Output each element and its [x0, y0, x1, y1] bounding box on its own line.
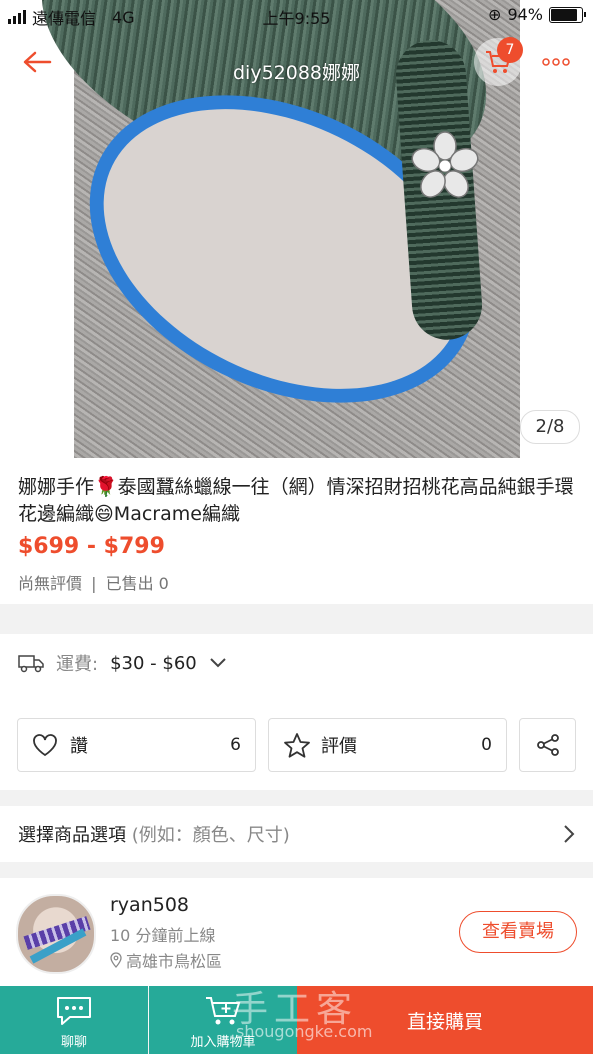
battery-icon	[549, 6, 586, 23]
rating-text: 尚無評價	[18, 574, 83, 593]
truck-icon	[18, 655, 44, 673]
product-info: 娜娜手作🌹泰國蠶絲蠟線一往（網）情深招財招桃花高品純銀手環花邊編織😄Macram…	[0, 458, 593, 604]
seller-location-text: 高雄市鳥松區	[126, 952, 223, 971]
status-bar: 遠傳電信 4G 上午9:55 ⊕ 94%	[0, 0, 593, 30]
image-counter: 2/8	[520, 410, 580, 444]
flower-charm	[411, 131, 479, 198]
cart-count-badge: 7	[497, 37, 523, 63]
like-label: 讚	[70, 736, 88, 757]
seller-avatar[interactable]	[16, 894, 96, 974]
seller-name[interactable]: ryan508	[110, 894, 189, 916]
seller-section: ryan508 10 分鐘前上線 高雄市鳥松區 查看賣場	[0, 878, 593, 988]
location-pin-icon	[110, 952, 122, 968]
seller-online: 10 分鐘前上線	[110, 926, 216, 945]
rotation-lock-icon: ⊕	[488, 5, 502, 24]
like-count: 6	[230, 735, 241, 755]
shipping-row[interactable]: 運費: $30 - $60	[18, 650, 227, 676]
chat-icon	[57, 997, 91, 1025]
shipping-label: 運費:	[56, 654, 99, 675]
review-button[interactable]: 評價 0	[268, 718, 507, 772]
heart-icon	[33, 734, 57, 757]
product-meta: 尚無評價 | 已售出 0	[18, 574, 169, 593]
review-count: 0	[481, 735, 492, 755]
option-hint: (例如：顏色、尺寸)	[131, 825, 290, 846]
option-label: 選擇商品選項	[18, 825, 126, 846]
more-icon	[542, 58, 570, 66]
share-button[interactable]	[519, 718, 576, 772]
shipping-value: $30 - $60	[110, 652, 197, 674]
chat-button[interactable]: 聊聊	[0, 986, 148, 1054]
shipping-section: 運費: $30 - $60 讚 6 評價 0	[0, 634, 593, 790]
chat-label: 聊聊	[60, 1035, 87, 1050]
chevron-right-icon	[564, 825, 575, 843]
star-icon	[284, 733, 310, 758]
watermark-url: shougongke.com	[236, 1022, 373, 1041]
sold-count: 已售出 0	[105, 574, 169, 593]
battery-percent: 94%	[507, 5, 543, 24]
chevron-down-icon	[210, 658, 226, 668]
share-icon	[536, 734, 559, 756]
review-label: 評價	[321, 736, 357, 757]
more-button[interactable]	[532, 38, 580, 86]
like-button[interactable]: 讚 6	[17, 718, 256, 772]
view-shop-button[interactable]: 查看賣場	[459, 911, 577, 953]
seller-location: 高雄市鳥松區	[110, 948, 222, 972]
product-title: 娜娜手作🌹泰國蠶絲蠟線一往（網）情深招財招桃花高品純銀手環花邊編織😄Macram…	[18, 476, 574, 525]
product-price: $699 - $799	[18, 534, 165, 559]
option-selector[interactable]: 選擇商品選項 (例如：顏色、尺寸)	[0, 806, 593, 862]
